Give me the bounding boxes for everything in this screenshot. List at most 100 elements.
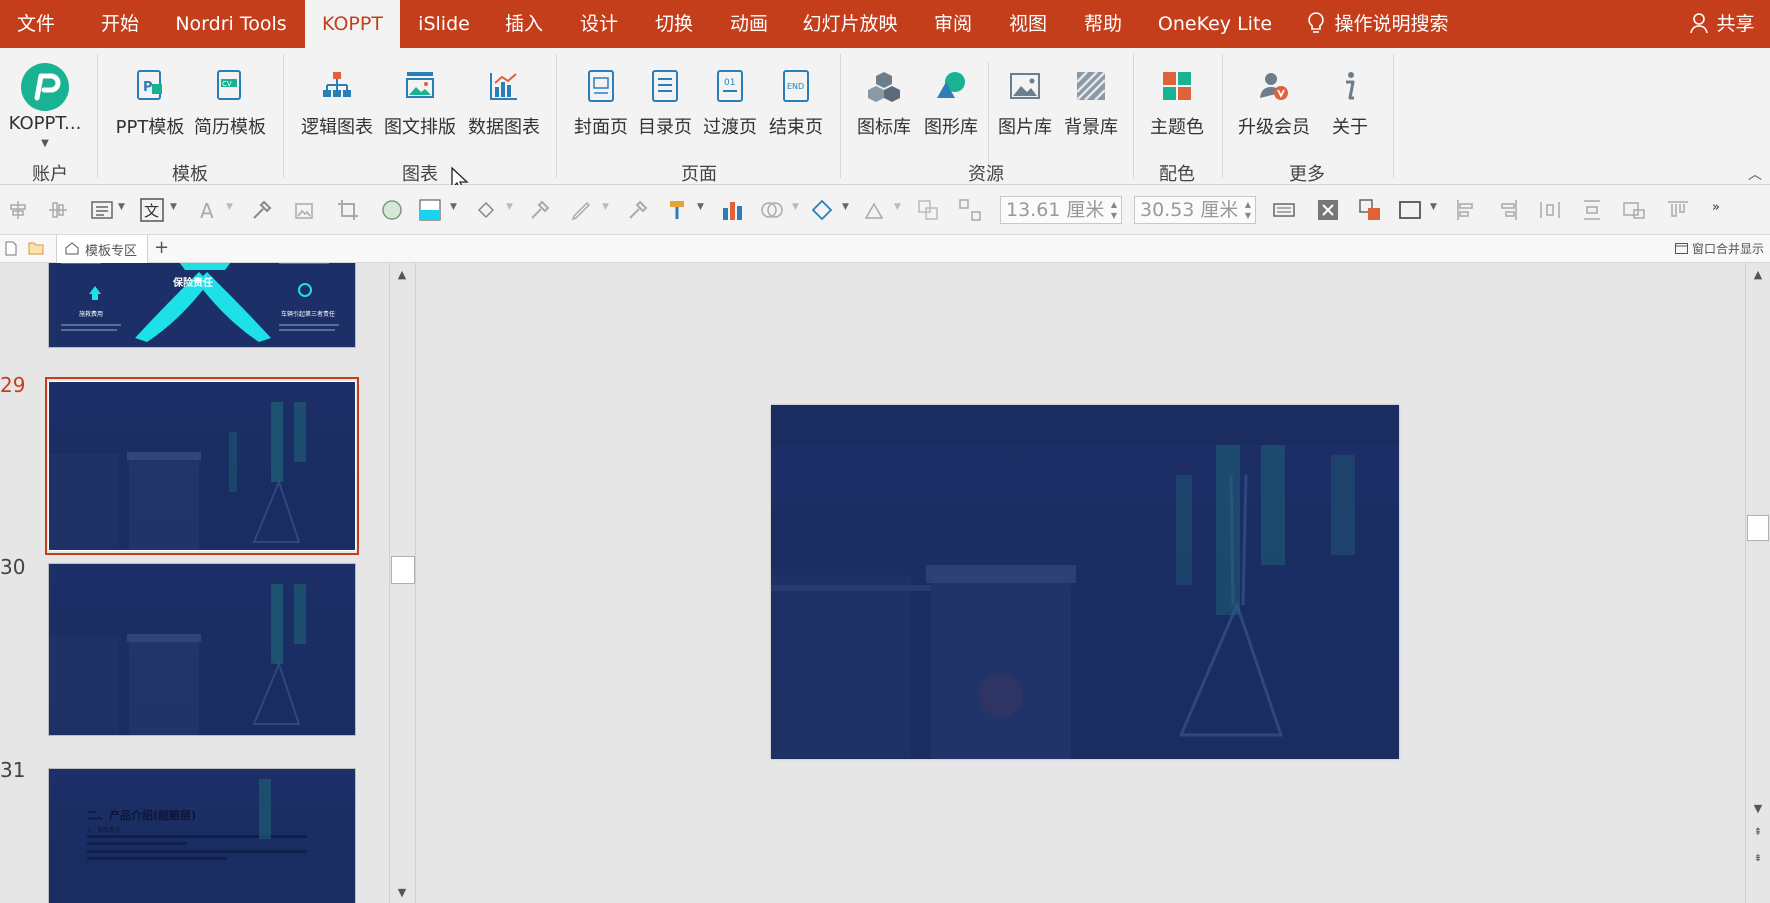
text-image-layout-button[interactable]: 图文排版 (380, 56, 460, 176)
scroll-down-arrow-icon[interactable]: ▼ (1750, 801, 1766, 817)
slide-thumbnail-28[interactable]: 保险责任 施救费用 车辆引起第三者责任 (48, 263, 356, 348)
pen-outline-icon[interactable] (570, 198, 594, 222)
slide-thumbnail-31[interactable]: 二、产品介绍(超赔层) 1、保险责任 (48, 768, 356, 903)
slide-editing-area[interactable] (417, 263, 1745, 903)
merge-windows-button[interactable]: 窗口合并显示 (1675, 240, 1764, 257)
chevron-down-icon[interactable]: ▼ (170, 202, 177, 212)
eyedropper-icon[interactable] (528, 198, 552, 222)
height-input[interactable]: 13.61 厘米 ▲ ▼ (1000, 196, 1122, 224)
chevron-down-icon[interactable]: ▼ (118, 202, 125, 212)
shape-edit-icon[interactable] (810, 198, 834, 222)
next-slide-icon[interactable]: ⇟ (1750, 851, 1766, 867)
slide-thumbnail-pane[interactable]: 保险责任 施救费用 车辆引起第三者责任 29 30 31 二、产品介绍(超赔层)… (0, 263, 416, 903)
ppt-template-button[interactable]: P PPT模板 (112, 56, 188, 176)
tab-koppt[interactable]: KOPPT (305, 0, 400, 48)
slide-thumbnail-30[interactable] (48, 563, 356, 736)
more-tools-icon[interactable]: » (1712, 200, 1720, 215)
chevron-down-icon[interactable]: ▼ (506, 202, 513, 212)
close-box-icon[interactable] (1316, 198, 1340, 222)
icon-library-button[interactable]: 图标库 (850, 56, 918, 176)
eyedropper-icon[interactable] (626, 198, 650, 222)
chevron-down-icon[interactable]: ▼ (450, 202, 457, 212)
circle-shape-icon[interactable] (380, 198, 404, 222)
format-painter-icon[interactable] (666, 198, 690, 222)
rotate-icon[interactable] (862, 198, 886, 222)
textbox-icon[interactable] (90, 198, 114, 222)
tab-onekey-lite[interactable]: OneKey Lite (1150, 0, 1280, 48)
tab-design[interactable]: 设计 (565, 0, 633, 48)
scroll-down-arrow-icon[interactable]: ▼ (394, 885, 410, 901)
align-middle-icon[interactable] (46, 198, 70, 222)
scroll-up-arrow-icon[interactable]: ▲ (1750, 267, 1766, 283)
tab-help[interactable]: 帮助 (1070, 0, 1136, 48)
upgrade-member-button[interactable]: 升级会员 (1232, 56, 1316, 176)
eyedropper-icon[interactable] (250, 198, 274, 222)
tab-slideshow[interactable]: 幻灯片放映 (795, 0, 905, 48)
tab-islide[interactable]: iSlide (410, 0, 478, 48)
image-library-button[interactable]: 图片库 (992, 56, 1058, 176)
paint-bucket-icon[interactable] (474, 198, 498, 222)
tab-home[interactable]: 开始 (86, 0, 154, 48)
align-top-icon[interactable] (1666, 198, 1690, 222)
tab-transitions[interactable]: 切换 (640, 0, 708, 48)
tab-animations[interactable]: 动画 (715, 0, 783, 48)
tab-view[interactable]: 视图 (995, 0, 1061, 48)
slide-thumbnail-29[interactable] (48, 381, 356, 551)
merge-shapes-icon[interactable] (760, 198, 784, 222)
about-button[interactable]: 关于 (1320, 56, 1380, 176)
distribute-horizontal-icon[interactable] (1538, 198, 1562, 222)
scroll-up-arrow-icon[interactable]: ▲ (394, 267, 410, 283)
chevron-down-icon[interactable]: ▼ (842, 202, 849, 212)
folder-icon[interactable] (28, 241, 44, 255)
chevron-down-icon[interactable]: ▼ (602, 202, 609, 212)
scroll-thumb[interactable] (1747, 515, 1769, 541)
align-center-icon[interactable] (6, 198, 30, 222)
group-icon[interactable] (916, 198, 940, 222)
tab-template-zone[interactable]: 模板专区 (56, 235, 148, 263)
background-library-button[interactable]: 背景库 (1058, 56, 1124, 176)
align-right-icon[interactable] (1496, 198, 1520, 222)
transition-page-button[interactable]: 01 过渡页 (698, 56, 762, 176)
font-icon[interactable]: A (196, 198, 220, 222)
picture-format-icon[interactable] (292, 198, 316, 222)
cover-page-button[interactable]: 封面页 (570, 56, 632, 176)
toc-page-button[interactable]: 目录页 (634, 56, 696, 176)
new-document-icon[interactable] (5, 241, 17, 256)
keyboard-icon[interactable] (1272, 198, 1296, 222)
thumbnail-scrollbar[interactable]: ▲ ▼ (389, 263, 415, 903)
theme-color-button[interactable]: 主题色 (1140, 56, 1214, 176)
tab-review[interactable]: 审阅 (920, 0, 986, 48)
resume-template-button[interactable]: CV 简历模板 (190, 56, 270, 176)
editor-vertical-scrollbar[interactable]: ▲ ▼ ⇞ ⇟ (1745, 263, 1770, 903)
share-button[interactable]: 共享 (1680, 0, 1765, 48)
add-tab-icon[interactable]: + (154, 237, 169, 258)
tab-insert[interactable]: 插入 (490, 0, 558, 48)
chevron-down-icon[interactable]: ▼ (894, 202, 901, 212)
selection-pane-icon[interactable] (1398, 198, 1422, 222)
width-input[interactable]: 30.53 厘米 ▲ ▼ (1134, 196, 1256, 224)
chevron-down-icon[interactable]: ▼ (792, 202, 799, 212)
chevron-down-icon[interactable]: ▼ (697, 202, 704, 212)
spinner-icon[interactable]: ▲ ▼ (1245, 199, 1251, 221)
align-left-icon[interactable] (1454, 198, 1478, 222)
logic-chart-button[interactable]: 逻辑图表 (295, 56, 379, 176)
chevron-down-icon[interactable]: ▼ (1430, 202, 1437, 212)
chart-icon[interactable] (720, 198, 744, 222)
previous-slide-icon[interactable]: ⇞ (1750, 825, 1766, 841)
scroll-thumb[interactable] (391, 556, 415, 584)
replace-image-icon[interactable] (1358, 198, 1382, 222)
crop-icon[interactable] (336, 198, 360, 222)
collapse-ribbon-icon[interactable]: ︿ (1748, 164, 1762, 184)
search-box[interactable]: 操作说明搜索 (1295, 0, 1460, 48)
text-format-icon[interactable]: 文 (140, 198, 164, 222)
data-chart-button[interactable]: 数据图表 (462, 56, 546, 176)
tab-file[interactable]: 文件 (0, 0, 72, 48)
chevron-down-icon[interactable]: ▼ (226, 202, 233, 212)
image-align-icon[interactable] (1622, 198, 1646, 222)
spinner-icon[interactable]: ▲ ▼ (1111, 199, 1117, 221)
tab-nordri-tools[interactable]: Nordri Tools (166, 0, 296, 48)
ungroup-icon[interactable] (958, 198, 982, 222)
fill-color-icon[interactable] (418, 198, 442, 222)
end-page-button[interactable]: END 结束页 (764, 56, 828, 176)
current-slide[interactable] (771, 405, 1399, 759)
